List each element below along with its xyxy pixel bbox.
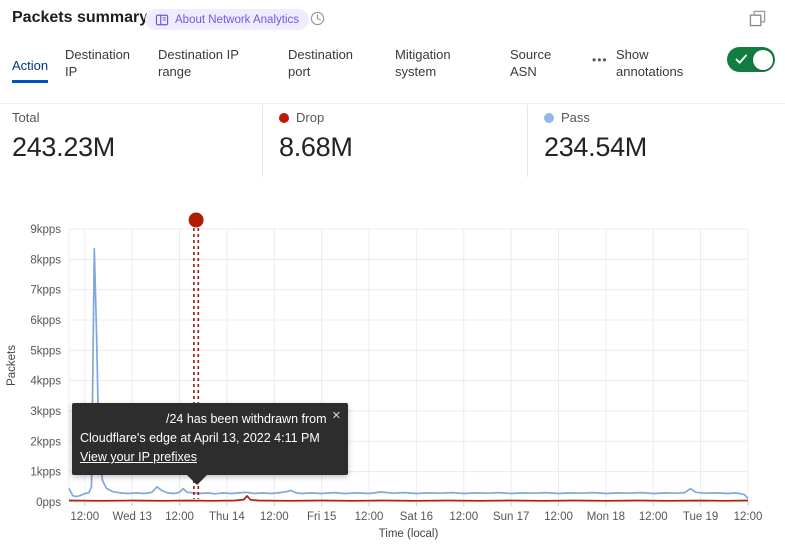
- y-tick-label: 5kpps: [30, 345, 61, 357]
- y-tick-label: 2kpps: [30, 436, 61, 448]
- x-tick-label: 12:00: [260, 511, 289, 523]
- y-tick-label: 7kpps: [30, 285, 61, 297]
- x-tick-label: 12:00: [355, 511, 384, 523]
- y-tick-label: 3kpps: [30, 406, 61, 418]
- y-tick-label: 4kpps: [30, 376, 61, 388]
- annotation-tooltip: /24 has been withdrawn from Cloudflare's…: [72, 403, 348, 475]
- view-ip-prefixes-link[interactable]: View your IP prefixes: [80, 450, 197, 464]
- y-tick-label: 1kpps: [30, 467, 61, 479]
- packets-summary-panel: Packets summary About Network Analytics …: [0, 0, 785, 555]
- x-tick-label: 12:00: [165, 511, 194, 523]
- y-tick-label: 0pps: [36, 497, 61, 509]
- x-tick-label: Mon 18: [587, 511, 625, 523]
- x-tick-label: 12:00: [639, 511, 668, 523]
- y-tick-label: 8kpps: [30, 254, 61, 266]
- tooltip-pointer: [187, 475, 207, 485]
- series-line-drop: [69, 496, 748, 501]
- x-tick-label: Wed 13: [112, 511, 151, 523]
- x-tick-label: Thu 14: [209, 511, 245, 523]
- annotation-marker-dot[interactable]: [189, 213, 204, 228]
- y-axis-title: Packets: [6, 345, 18, 386]
- x-tick-label: 12:00: [544, 511, 573, 523]
- x-tick-label: Fri 15: [307, 511, 336, 523]
- tooltip-close-icon[interactable]: ✕: [332, 407, 341, 426]
- x-tick-label: 12:00: [449, 511, 478, 523]
- x-tick-label: 12:00: [734, 511, 763, 523]
- x-tick-label: Sat 16: [400, 511, 433, 523]
- annotation-text-line1: /24 has been withdrawn from: [80, 410, 338, 429]
- y-tick-label: 6kpps: [30, 315, 61, 327]
- x-tick-label: Tue 19: [683, 511, 718, 523]
- annotation-text-line2: Cloudflare's edge at April 13, 2022 4:11…: [80, 429, 338, 448]
- x-tick-label: Sun 17: [493, 511, 529, 523]
- x-axis-title: Time (local): [379, 528, 439, 540]
- x-tick-label: 12:00: [70, 511, 99, 523]
- y-tick-label: 9kpps: [30, 224, 61, 236]
